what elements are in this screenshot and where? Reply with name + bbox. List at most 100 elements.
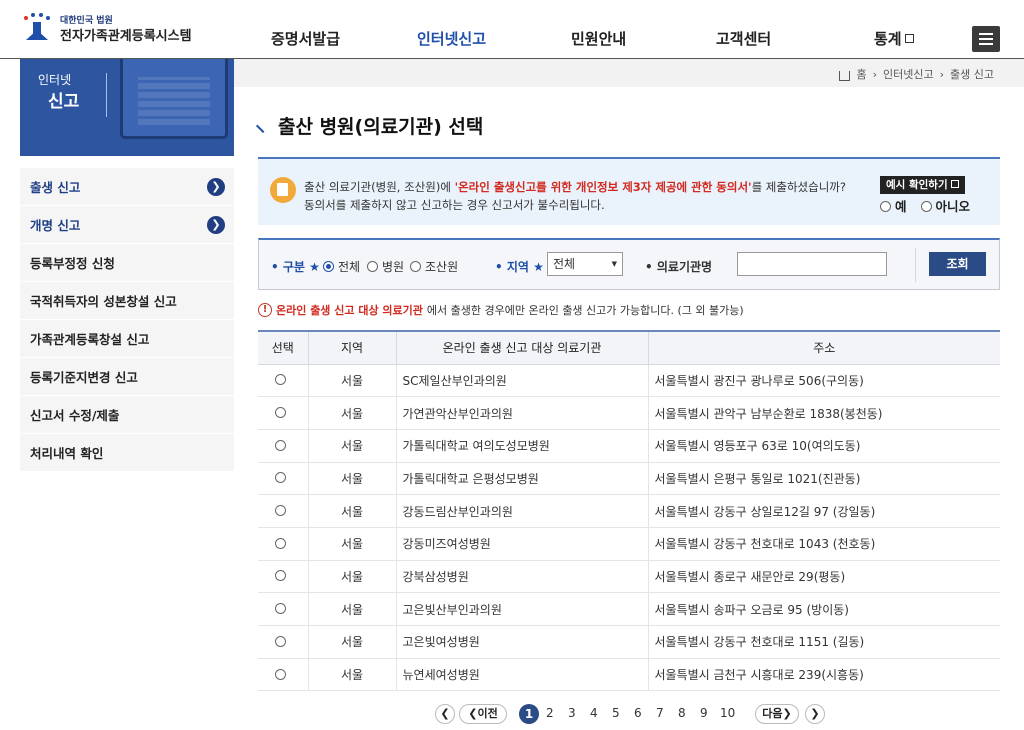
row-select-radio[interactable] [275, 505, 287, 517]
sidebar-item-base-address-change[interactable]: 등록기준지변경 신고 [20, 358, 234, 396]
row-select-radio[interactable] [275, 439, 287, 451]
nav-internet-report[interactable]: 인터넷신고 [417, 28, 486, 49]
sidebar-item-label: 처리내역 확인 [30, 446, 104, 461]
nav-certificate[interactable]: 증명서발급 [271, 28, 340, 49]
table-row[interactable]: 서울 가톨릭대학교 여의도성모병원 서울특별시 영등포구 63로 10(여의도동) [258, 428, 1000, 463]
table-row[interactable]: 서울 고은빛여성병원 서울특별시 강동구 천호대로 1151 (길동) [258, 625, 1000, 659]
type-option-hospital[interactable]: 병원 [367, 258, 404, 275]
page-number[interactable]: 8 [678, 706, 686, 720]
breadcrumb-level2: 출생 신고 [950, 68, 994, 81]
sidebar-item-naturalized-surname[interactable]: 국적취득자의 성본창설 신고 [20, 282, 234, 320]
nav-civil-guide[interactable]: 민원안내 [571, 28, 626, 49]
sidebar-item-name-change[interactable]: 개명 신고 ❯ [20, 206, 234, 244]
row-select-radio[interactable] [275, 374, 287, 386]
row-select-radio[interactable] [275, 537, 287, 549]
table-row[interactable]: 서울 강동드림산부인과의원 서울특별시 강동구 상일로12길 97 (강일동) [258, 494, 1000, 528]
sidebar-item-family-register-creation[interactable]: 가족관계등록창설 신고 [20, 320, 234, 358]
page-current[interactable]: 1 [519, 704, 539, 724]
type-option-midwifery[interactable]: 조산원 [410, 258, 458, 275]
row-select-cell[interactable] [258, 494, 309, 528]
site-logo[interactable]: 대한민국 법원 전자가족관계등록시스템 [20, 12, 192, 46]
page-number[interactable]: 9 [700, 706, 708, 720]
hamburger-line [979, 43, 993, 45]
breadcrumb-level1[interactable]: 인터넷신고 [883, 66, 934, 82]
table-row[interactable]: 서울 SC제일산부인과의원 서울특별시 광진구 광나루로 506(구의동) [258, 363, 1000, 398]
row-region: 서울 [307, 396, 397, 430]
row-select-cell[interactable] [258, 461, 309, 496]
last-page-button[interactable]: ❯ [805, 704, 825, 724]
region-select[interactable]: 전체 [547, 252, 623, 276]
next-page-button[interactable]: 다음❯ [755, 704, 799, 724]
table-row[interactable]: 서울 뉴연세여성병원 서울특별시 금천구 시흥대로 239(시흥동) [258, 657, 1000, 692]
page-number[interactable]: 10 [720, 706, 735, 720]
consent-yes-radio[interactable] [880, 201, 891, 212]
type-option-all[interactable]: 전체 [323, 258, 360, 275]
row-address: 서울특별시 종로구 새문안로 29(평동) [647, 559, 1000, 594]
notice-pre: 출산 의료기관(병원, 조산원)에 [304, 180, 455, 194]
row-select-radio[interactable] [275, 472, 287, 484]
row-select-radio[interactable] [275, 668, 287, 680]
table-row[interactable]: 서울 가톨릭대학교 은평성모병원 서울특별시 은평구 통일로 1021(진관동) [258, 461, 1000, 496]
row-region: 서울 [307, 625, 397, 659]
row-address: 서울특별시 송파구 오금로 95 (방이동) [647, 592, 1000, 626]
row-select-cell[interactable] [258, 625, 309, 659]
sidebar-item-history[interactable]: 처리내역 확인 [20, 434, 234, 472]
row-select-radio[interactable] [275, 570, 287, 582]
all-menu-button[interactable] [972, 26, 1000, 52]
type-all-radio[interactable] [323, 261, 334, 272]
table-row[interactable]: 서울 고은빛산부인과의원 서울특별시 송파구 오금로 95 (방이동) [258, 592, 1000, 626]
row-select-cell[interactable] [258, 396, 309, 430]
breadcrumb-bar: 홈 › 인터넷신고 › 출생 신고 [234, 59, 1024, 87]
row-institution: 뉴연세여성병원 [395, 657, 649, 692]
consent-yes-option[interactable]: 예 [880, 196, 907, 215]
page-number[interactable]: 6 [634, 706, 642, 720]
consent-no-option[interactable]: 아니오 [920, 196, 970, 215]
row-select-cell[interactable] [258, 363, 309, 398]
search-button[interactable]: 조회 [929, 252, 986, 276]
sidebar-item-label: 가족관계등록창설 신고 [30, 332, 150, 347]
first-page-button[interactable]: ❮ [435, 704, 455, 724]
breadcrumb-home[interactable]: 홈 [856, 66, 866, 82]
nav-statistics[interactable]: 통계 [874, 28, 914, 49]
institution-name-input[interactable] [737, 252, 887, 276]
row-select-radio[interactable] [275, 407, 287, 419]
page-number[interactable]: 2 [546, 706, 554, 720]
nav-customer-center[interactable]: 고객센터 [716, 28, 771, 49]
logo-title: 전자가족관계등록시스템 [60, 29, 192, 44]
table-row[interactable]: 서울 강동미즈여성병원 서울특별시 강동구 천호대로 1043 (천호동) [258, 526, 1000, 561]
row-institution: 강북삼성병원 [395, 559, 649, 594]
home-icon[interactable] [839, 71, 851, 81]
row-region: 서울 [307, 592, 397, 626]
row-select-cell[interactable] [258, 559, 309, 594]
row-institution: 고은빛산부인과의원 [395, 592, 649, 626]
table-row[interactable]: 서울 가연관악산부인과의원 서울특별시 관악구 남부순환로 1838(봉천동) [258, 396, 1000, 430]
prev-page-button[interactable]: ❮이전 [459, 704, 507, 724]
consent-no-radio[interactable] [920, 201, 932, 212]
row-select-cell[interactable] [258, 592, 309, 626]
row-address: 서울특별시 영등포구 63로 10(여의도동) [647, 428, 1000, 463]
sidebar-item-label: 개명 신고 [30, 218, 81, 233]
chevron-right-icon: ❯ [782, 707, 792, 720]
table-row[interactable]: 서울 강북삼성병원 서울특별시 종로구 새문안로 29(평동) [258, 559, 1000, 594]
sidebar-item-register-correction[interactable]: 등록부정정 신청 [20, 244, 234, 282]
institution-table: 선택 지역 온라인 출생 신고 대상 의료기관 주소 서울 SC제일산부인과의원 서… [258, 330, 1000, 692]
row-select-cell[interactable] [258, 657, 309, 692]
row-select-radio[interactable] [275, 603, 287, 615]
row-address: 서울특별시 광진구 광나루로 506(구의동) [647, 363, 1000, 398]
view-example-button[interactable]: 예시 확인하기 [880, 176, 966, 194]
type-midwifery-radio[interactable] [410, 261, 421, 272]
page-number[interactable]: 3 [568, 706, 576, 720]
page-number[interactable]: 7 [656, 706, 664, 720]
page-number[interactable]: 4 [590, 706, 598, 720]
row-select-cell[interactable] [258, 526, 309, 561]
sidebar-item-birth-report[interactable]: 출생 신고 ❯ [20, 168, 234, 206]
row-select-cell[interactable] [258, 428, 309, 463]
sidebar-item-report-edit[interactable]: 신고서 수정/제출 [20, 396, 234, 434]
exclamation-icon: ! [258, 303, 272, 317]
pagination: ❮ ❮이전 1 2 3 4 5 6 7 8 9 10 다음❯ ❯ [0, 704, 1024, 726]
page-number[interactable]: 5 [612, 706, 620, 720]
row-select-radio[interactable] [275, 635, 287, 647]
row-region: 서울 [307, 494, 397, 528]
chevron-right-icon: ❯ [207, 216, 225, 234]
type-hospital-radio[interactable] [367, 261, 378, 272]
